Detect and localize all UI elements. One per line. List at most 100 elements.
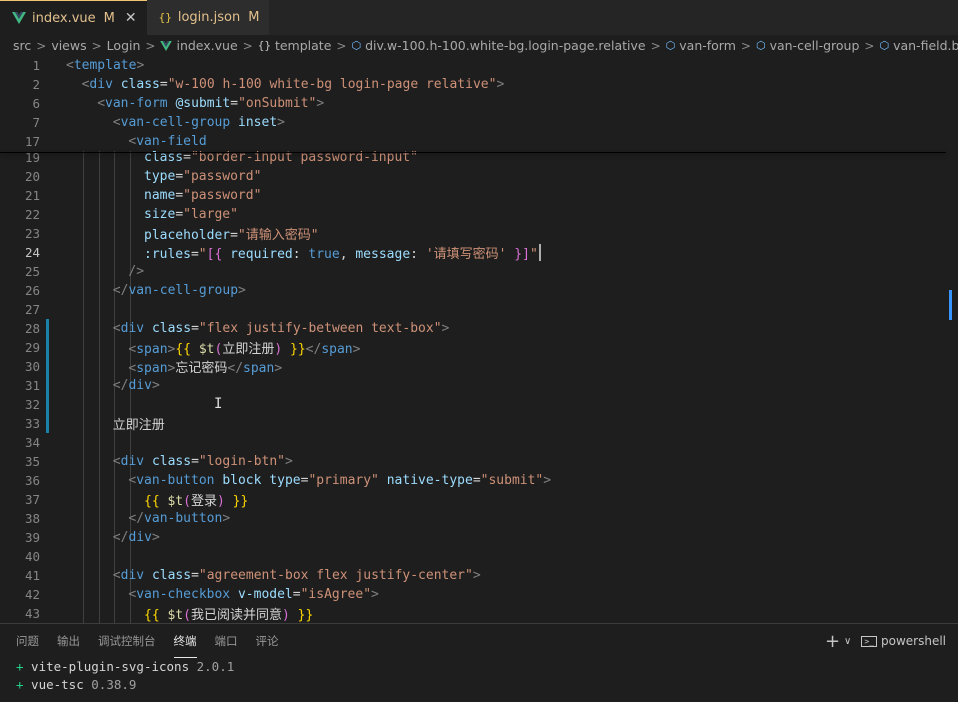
code-text: <span>{{ $t(立即注册) }}</span> — [128, 338, 360, 357]
terminal-name[interactable]: powershell — [881, 634, 946, 648]
panel-tab[interactable]: 终端 — [173, 624, 197, 658]
code-token: div — [128, 530, 152, 545]
code-text: <van-cell-group inset> — [113, 115, 285, 130]
code-token: class — [120, 77, 160, 92]
breadcrumb-item[interactable]: Login > — [107, 38, 161, 53]
code-line[interactable]: 43 {{ $t(我已阅读并同意) }} — [0, 604, 958, 623]
chevron-down-icon[interactable]: ∨ — [844, 636, 851, 647]
code-line[interactable]: 32 — [0, 395, 958, 414]
code-line[interactable]: 1 <template> — [0, 56, 958, 75]
code-token: = — [230, 228, 238, 243]
terminal-output[interactable]: + vite-plugin-svg-icons 2.0.1 + vue-tsc 0… — [0, 658, 958, 694]
line-number: 38 — [24, 511, 40, 526]
code-line[interactable]: 6 <van-form @submit="onSubmit"> — [0, 94, 958, 113]
code-line[interactable]: 25 /> — [0, 262, 958, 281]
terminal-line: + vue-tsc 0.38.9 — [16, 676, 958, 694]
panel-tab[interactable]: 输出 — [57, 624, 80, 658]
code-token: </ — [227, 361, 244, 376]
code-line[interactable]: 38 </van-button> — [0, 509, 958, 528]
code-line[interactable]: 2 <div class="w-100 h-100 white-bg login-… — [0, 75, 958, 94]
line-number: 36 — [24, 473, 40, 488]
code-line[interactable]: 29 <span>{{ $t(立即注册) }}</span> — [0, 338, 958, 357]
line-number: 20 — [24, 169, 40, 184]
tab-login-json[interactable]: {} login.json M — [146, 0, 270, 35]
code-line[interactable]: 39 </div> — [0, 528, 958, 547]
code-line[interactable]: 41 <div class="agreement-box flex justify… — [0, 566, 958, 585]
code-text: <van-button block type="primary" native-… — [128, 473, 551, 488]
code-line[interactable]: 26 </van-cell-group> — [0, 281, 958, 300]
breadcrumb-item[interactable]: ⬡van-field.border-input — [879, 38, 958, 53]
line-number: 21 — [24, 188, 40, 203]
code-token: "password" — [183, 169, 262, 184]
panel-tab[interactable]: 评论 — [256, 624, 279, 658]
code-text: {{ $t(我已阅读并同意) }} — [144, 604, 313, 623]
code-token: class — [151, 454, 192, 469]
code-token: < — [97, 96, 106, 111]
code-line[interactable]: 35 <div class="login-btn"> — [0, 452, 958, 471]
code-line[interactable]: 37 {{ $t(登录) }} — [0, 490, 958, 509]
code-token: < — [66, 58, 74, 73]
code-token: div — [120, 454, 145, 469]
code-token: = — [191, 321, 199, 336]
breadcrumb-item[interactable]: index.vue > — [160, 38, 257, 53]
code-token: /> — [128, 264, 145, 279]
vue-icon — [160, 40, 173, 51]
code-line[interactable]: 30 <span>忘记密码</span> — [0, 357, 958, 376]
chevron-right-icon: > — [242, 38, 253, 53]
chevron-right-icon: > — [864, 38, 875, 53]
code-line[interactable]: 17 <van-field — [0, 132, 958, 151]
code-line[interactable]: 21 name="password" — [0, 186, 958, 205]
code-line[interactable]: 22 size="large" — [0, 205, 958, 224]
terminal-line: + vite-plugin-svg-icons 2.0.1 — [16, 658, 958, 676]
breadcrumb-label: views — [51, 38, 87, 53]
code-token: $t — [198, 342, 215, 357]
breadcrumb-item[interactable]: ⬡ div.w-100.h-100.white-bg.login-page.rel… — [351, 38, 665, 53]
code-token: </ — [112, 530, 129, 545]
code-line[interactable]: 40 — [0, 547, 958, 566]
code-token: > — [277, 115, 285, 130]
code-line[interactable]: 24:rules="[{ required: true, message: '请… — [0, 243, 958, 262]
panel-tab[interactable]: 问题 — [16, 624, 39, 658]
code-token: > — [285, 454, 293, 469]
panel-tab[interactable]: 端口 — [215, 624, 238, 658]
code-line[interactable]: 28 <div class="flex justify-between text-… — [0, 319, 958, 338]
code-token: < — [112, 454, 121, 469]
code-editor[interactable]: 1 <template> 2 <div class="w-100 h-100 whit… — [0, 56, 958, 623]
close-icon[interactable]: ✕ — [125, 10, 137, 26]
breadcrumb-item[interactable]: ⬡ van-form > — [666, 38, 756, 53]
breadcrumb-item[interactable]: {} template > — [258, 38, 352, 53]
code-line[interactable]: 34 — [0, 433, 958, 452]
code-line[interactable]: 31 </div> — [0, 376, 958, 395]
code-line[interactable]: 7 <van-cell-group inset> — [0, 113, 958, 132]
breadcrumb-item[interactable]: ⬡ van-cell-group > — [756, 38, 880, 53]
code-token: van-button — [136, 473, 215, 488]
breadcrumb-item[interactable]: src > — [13, 38, 51, 53]
code-line[interactable]: 27 — [0, 300, 958, 319]
code-line[interactable]: 23 placeholder="请输入密码" — [0, 224, 958, 243]
code-token: ) — [216, 494, 225, 509]
code-token: > — [151, 378, 160, 393]
code-token: = — [292, 587, 301, 602]
package-version: 2.0.1 — [196, 659, 235, 674]
new-terminal-icon[interactable]: + — [825, 631, 840, 652]
code-token: " — [529, 247, 538, 262]
code-line[interactable]: 33 立即注册 — [0, 414, 958, 433]
code-token: > — [136, 58, 145, 73]
breadcrumb-item[interactable]: views > — [51, 38, 106, 53]
code-text: <van-form @submit="onSubmit"> — [97, 96, 324, 111]
code-token: size — [144, 207, 176, 222]
line-number: 41 — [24, 568, 40, 583]
tab-index-vue[interactable]: index.vue M ✕ — [0, 0, 147, 35]
panel-tab[interactable]: 调试控制台 — [98, 624, 156, 658]
code-token: :rules — [144, 247, 191, 262]
code-line[interactable]: 36 <van-button block type="primary" nativ… — [0, 471, 958, 490]
code-token: div — [128, 378, 152, 393]
code-line[interactable]: 20 type="password" — [0, 167, 958, 186]
code-text: name="password" — [144, 188, 261, 203]
code-token: }] — [514, 247, 530, 262]
code-text: <div class="login-btn"> — [113, 454, 293, 469]
code-line[interactable]: 42 <van-checkbox v-model="isAgree"> — [0, 585, 958, 604]
breadcrumb-label: src — [13, 38, 32, 53]
code-text: <div class="flex justify-between text-bo… — [113, 321, 450, 336]
